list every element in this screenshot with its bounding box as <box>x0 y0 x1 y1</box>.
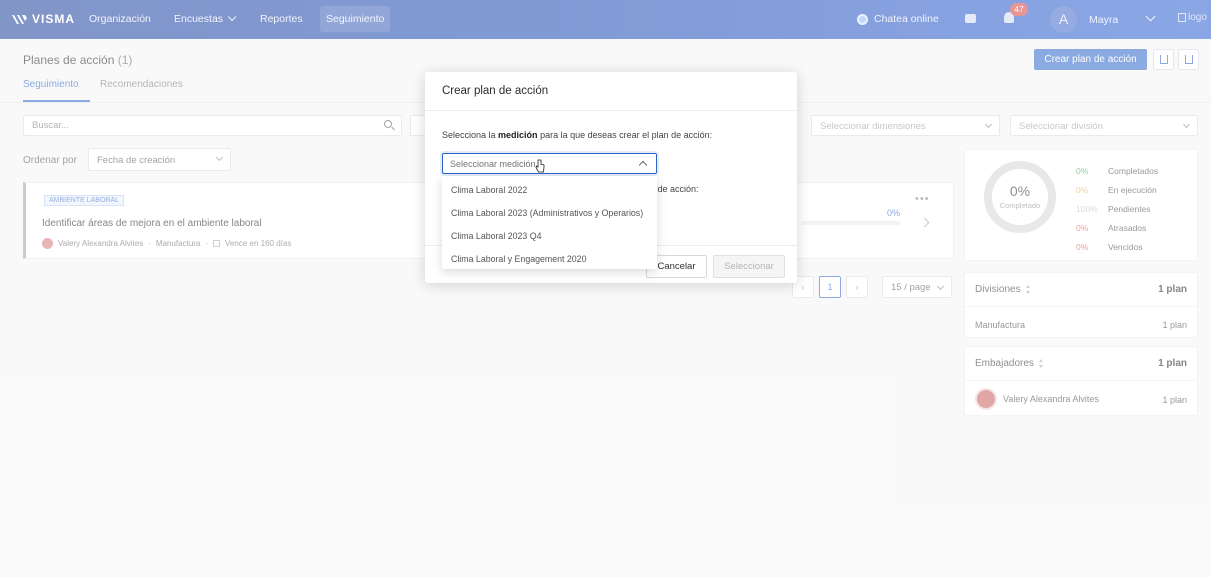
hand-cursor-icon <box>535 159 545 173</box>
dropdown-option[interactable]: Clima Laboral y Engagement 2020 <box>442 247 657 270</box>
instruction-post: para la que deseas crear el plan de acci… <box>537 130 713 140</box>
instruction-pre: Selecciona la <box>442 130 499 140</box>
modal-secondary-instruction: n de acción: <box>650 184 699 194</box>
instruction-bold: medición <box>498 130 538 140</box>
select-button[interactable]: Seleccionar <box>713 255 785 278</box>
dropdown-option[interactable]: Clima Laboral 2023 Q4 <box>442 224 657 247</box>
modal-title: Crear plan de acción <box>442 85 549 97</box>
modal-instruction: Selecciona la medición para la que desea… <box>442 130 712 140</box>
chevron-up-icon <box>638 160 648 170</box>
measurement-select[interactable] <box>442 153 657 174</box>
dropdown-option[interactable]: Clima Laboral 2022 <box>442 178 657 201</box>
dropdown-option[interactable]: Clima Laboral 2023 (Administrativos y Op… <box>442 201 657 224</box>
measurement-dropdown: Clima Laboral 2022 Clima Laboral 2023 (A… <box>442 176 657 269</box>
modal-header-divider <box>425 110 797 111</box>
